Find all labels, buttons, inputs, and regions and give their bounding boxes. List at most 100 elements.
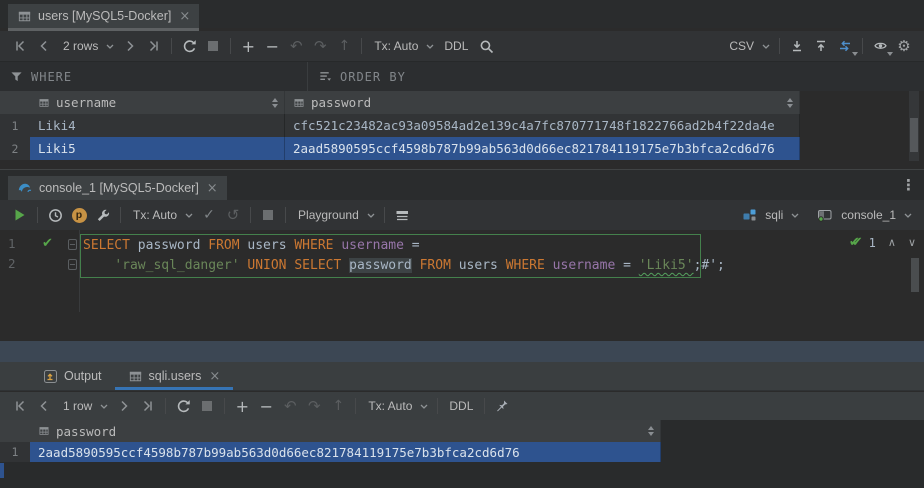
sort-icon[interactable] bbox=[787, 98, 793, 108]
users-grid-toolbar: 2 rows + − ↶ ↷ ↑ Tx: Auto DDL C bbox=[0, 31, 924, 61]
next-page-button[interactable] bbox=[118, 35, 142, 57]
session-switcher[interactable]: console_1 bbox=[813, 204, 916, 226]
page-size-dropdown[interactable]: 2 rows bbox=[56, 35, 118, 57]
undo-icon[interactable]: ↶ bbox=[278, 395, 302, 417]
reload-icon[interactable] bbox=[171, 395, 195, 417]
previous-page-button[interactable] bbox=[32, 35, 56, 57]
cell-username[interactable]: Liki4 bbox=[30, 114, 285, 137]
search-icon[interactable] bbox=[474, 35, 498, 57]
rollback-icon[interactable]: ↺ bbox=[221, 204, 245, 226]
delete-row-icon[interactable]: − bbox=[254, 395, 278, 417]
cell-password[interactable]: 2aad5890595ccf4598b787b99ab563d0d66ec821… bbox=[285, 137, 800, 160]
column-icon bbox=[293, 97, 305, 109]
last-page-button[interactable] bbox=[142, 35, 166, 57]
history-icon[interactable] bbox=[43, 204, 67, 226]
table-row: 1 Liki4 cfc521c23482ac93a09584ad2e139c4a… bbox=[0, 114, 800, 137]
in-editor-results-icon[interactable] bbox=[390, 204, 414, 226]
column-header-username[interactable]: username bbox=[30, 91, 285, 114]
redo-icon[interactable]: ↷ bbox=[308, 35, 332, 57]
delete-row-icon[interactable]: − bbox=[260, 35, 284, 57]
scrollbar-thumb[interactable] bbox=[910, 118, 918, 152]
tab-output[interactable]: Output bbox=[30, 362, 115, 390]
filter-row: WHERE ORDER BY bbox=[0, 61, 924, 91]
submit-icon[interactable]: ↑ bbox=[332, 35, 356, 57]
compare-sync-icon[interactable] bbox=[833, 35, 857, 57]
chevron-down-icon bbox=[420, 404, 428, 409]
column-icon bbox=[38, 425, 50, 437]
page-size-dropdown[interactable]: 1 row bbox=[56, 395, 112, 417]
inspection-count: 1 bbox=[869, 236, 876, 250]
import-data-icon[interactable] bbox=[809, 35, 833, 57]
tab-output-label: Output bbox=[64, 369, 102, 383]
stop-icon[interactable] bbox=[201, 35, 225, 57]
tab-console[interactable]: console_1 [MySQL5-Docker] × bbox=[8, 176, 227, 200]
tx-mode-dropdown[interactable]: Tx: Auto bbox=[367, 35, 438, 57]
stop-icon[interactable] bbox=[256, 204, 280, 226]
parameters-icon[interactable]: p bbox=[67, 204, 91, 226]
cell-username[interactable]: Liki5 bbox=[30, 137, 285, 160]
sort-icon[interactable] bbox=[272, 98, 278, 108]
table-row-selected: 1 2aad5890595ccf4598b787b99ab563d0d66ec8… bbox=[0, 442, 661, 462]
fold-marker-icon[interactable] bbox=[68, 259, 77, 270]
first-page-button[interactable] bbox=[8, 395, 32, 417]
gear-icon[interactable]: ⚙ bbox=[892, 35, 916, 57]
result-grid-toolbar: 1 row + − ↶ ↷ ↑ Tx: Auto DDL bbox=[0, 392, 924, 420]
previous-problem-icon[interactable]: ∧ bbox=[888, 236, 896, 249]
view-options-icon[interactable] bbox=[868, 35, 892, 57]
cell-password[interactable]: cfc521c23482ac93a09584ad2e139c4a7fc87077… bbox=[285, 114, 800, 137]
add-row-icon[interactable]: + bbox=[230, 395, 254, 417]
separator bbox=[437, 398, 438, 414]
pin-tab-icon[interactable] bbox=[490, 395, 514, 417]
tab-sqli-users[interactable]: sqli.users × bbox=[115, 362, 234, 390]
double-check-icon: ✔✔ bbox=[849, 235, 863, 250]
mysql-dolphin-icon bbox=[17, 180, 33, 196]
next-problem-icon[interactable]: ∨ bbox=[908, 236, 916, 249]
add-row-icon[interactable]: + bbox=[236, 35, 260, 57]
kebab-menu-icon[interactable]: ⋮ bbox=[901, 176, 916, 194]
last-page-button[interactable] bbox=[136, 395, 160, 417]
users-tab-bar: users [MySQL5-Docker] × bbox=[0, 0, 924, 28]
ddl-button[interactable]: DDL bbox=[438, 35, 474, 57]
cell-password[interactable]: 2aad5890595ccf4598b787b99ab563d0d66ec821… bbox=[30, 442, 661, 462]
stop-icon[interactable] bbox=[195, 395, 219, 417]
schema-switcher[interactable]: sqli bbox=[738, 204, 803, 226]
close-icon[interactable]: × bbox=[179, 9, 190, 24]
column-header-password[interactable]: password bbox=[285, 91, 800, 114]
row-number[interactable]: 2 bbox=[0, 137, 30, 160]
first-page-button[interactable] bbox=[8, 35, 32, 57]
where-filter-input[interactable]: WHERE bbox=[0, 62, 308, 91]
separator bbox=[37, 207, 38, 223]
scrollbar-track[interactable] bbox=[909, 91, 919, 161]
export-format-dropdown[interactable]: CSV bbox=[722, 35, 774, 57]
redo-icon[interactable]: ↷ bbox=[302, 395, 326, 417]
settings-wrench-icon[interactable] bbox=[91, 204, 115, 226]
separator bbox=[779, 38, 780, 54]
fold-marker-icon[interactable] bbox=[68, 239, 77, 250]
commit-icon[interactable]: ✓ bbox=[197, 204, 221, 226]
tab-users[interactable]: users [MySQL5-Docker] × bbox=[8, 4, 199, 28]
reload-icon[interactable] bbox=[177, 35, 201, 57]
ddl-button[interactable]: DDL bbox=[443, 395, 479, 417]
users-table: username password 1 Liki4 cfc521c23482ac… bbox=[0, 91, 800, 160]
previous-page-button[interactable] bbox=[32, 395, 56, 417]
editor-scrollbar-thumb[interactable] bbox=[911, 258, 919, 292]
column-header-password[interactable]: password bbox=[30, 420, 661, 442]
run-button[interactable] bbox=[8, 204, 32, 226]
playground-dropdown[interactable]: Playground bbox=[291, 204, 379, 226]
sort-icon[interactable] bbox=[648, 426, 654, 436]
undo-icon[interactable]: ↶ bbox=[284, 35, 308, 57]
row-number[interactable]: 1 bbox=[0, 442, 30, 462]
sql-editor[interactable]: 1 2 ✔ SELECT password FROM users WHERE u… bbox=[0, 230, 924, 341]
chevron-down-icon bbox=[185, 213, 193, 218]
submit-icon[interactable]: ↑ bbox=[326, 395, 350, 417]
tx-mode-dropdown[interactable]: Tx: Auto bbox=[361, 395, 432, 417]
close-icon[interactable]: × bbox=[207, 181, 218, 196]
order-by-filter-input[interactable]: ORDER BY bbox=[308, 62, 924, 91]
splitter-strip[interactable] bbox=[0, 341, 924, 362]
export-data-icon[interactable] bbox=[785, 35, 809, 57]
next-page-button[interactable] bbox=[112, 395, 136, 417]
line-number: 2 bbox=[8, 256, 22, 271]
close-icon[interactable]: × bbox=[209, 369, 220, 384]
tx-mode-dropdown[interactable]: Tx: Auto bbox=[126, 204, 197, 226]
row-number[interactable]: 1 bbox=[0, 114, 30, 137]
